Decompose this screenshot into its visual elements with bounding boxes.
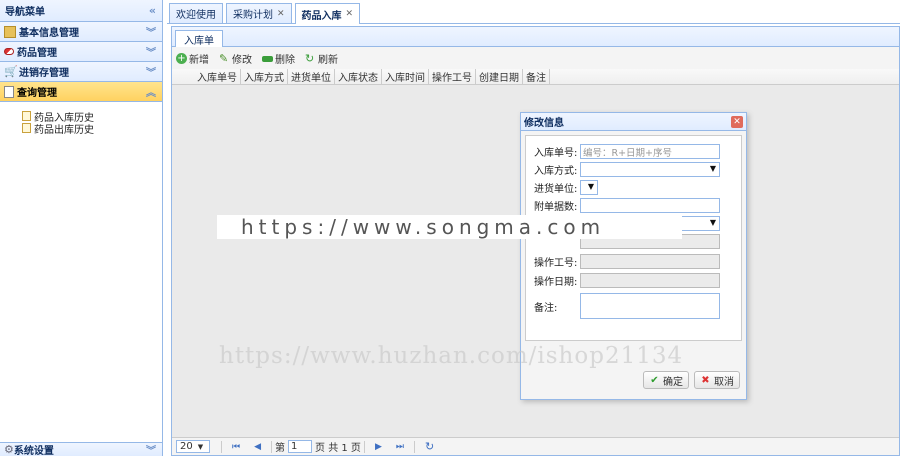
column-header[interactable]: 入库状态: [335, 68, 382, 85]
attachments-input[interactable]: [580, 198, 720, 213]
chevron-up-icon[interactable]: ︽: [146, 84, 156, 99]
tab-bar: 欢迎使用 采购计划 ✕ 药品入库 ✕: [167, 0, 900, 24]
edit-button[interactable]: ✎ 修改: [219, 51, 252, 66]
check-icon: ✔: [650, 374, 659, 386]
grid-toolbar: + 新增 ✎ 修改 删除 ↻ 刷新: [172, 47, 899, 69]
tree-item-outbound-history[interactable]: 药品出库历史: [22, 122, 162, 136]
grid-header: 入库单号 入库方式 进货单位 入库状态 入库时间 操作工号 创建日期 备注: [172, 68, 899, 85]
nav-section-basic-info[interactable]: 基本信息管理 ︾: [0, 22, 162, 42]
field-operator: 操作工号:: [534, 254, 720, 269]
pill-icon: [4, 48, 14, 55]
tab-purchase-plan[interactable]: 采购计划 ✕: [226, 3, 292, 23]
add-button[interactable]: + 新增: [176, 51, 209, 66]
field-remark: 备注:: [534, 293, 720, 319]
nav-title: 导航菜单: [5, 7, 45, 18]
page-size-select[interactable]: 20 ▼: [176, 440, 210, 453]
pager-separator: [413, 440, 415, 453]
operator-input: [580, 254, 720, 269]
field-supplier: 进货单位: ▼: [534, 180, 598, 195]
column-header[interactable]: 创建日期: [476, 68, 523, 85]
dropdown-arrow-icon: ▼: [709, 164, 716, 173]
pagination-bar: 20 ▼ ⏮ ◀ 第 1 页 共 1 页 ▶ ⏭ ↻: [172, 437, 899, 455]
pager-separator: [363, 440, 365, 453]
remark-textarea[interactable]: [580, 293, 720, 319]
method-select[interactable]: ▼: [580, 162, 720, 177]
nav-panel: 导航菜单 « 基本信息管理 ︾ 药品管理 ︾ 🛒 进销存管理 ︾ 查询管理 ︽ …: [0, 0, 163, 456]
confirm-button[interactable]: ✔ 确定: [643, 371, 689, 389]
watermark-huzhan: https://www.huzhan.com/ishop21134: [219, 343, 684, 369]
close-icon[interactable]: ✕: [277, 9, 285, 19]
column-header[interactable]: 操作工号: [429, 68, 476, 85]
close-icon[interactable]: ✕: [731, 115, 743, 128]
refresh-icon: ↻: [305, 51, 315, 65]
pencil-icon: ✎: [219, 51, 229, 65]
nav-section-query[interactable]: 查询管理 ︽: [0, 82, 162, 102]
supplier-select[interactable]: ▼: [580, 180, 598, 195]
last-page-icon[interactable]: ⏭: [396, 442, 404, 452]
file-icon: [22, 111, 31, 121]
pager-separator: [271, 440, 273, 453]
chevron-down-icon[interactable]: ︾: [146, 44, 156, 59]
refresh-button[interactable]: ↻ 刷新: [305, 51, 338, 66]
page-number-input[interactable]: 1: [288, 440, 313, 453]
column-header[interactable]: 入库时间: [382, 68, 429, 85]
dropdown-arrow-icon: ▼: [709, 218, 716, 227]
page-prefix: 第: [275, 443, 286, 454]
dialog-header: 修改信息 ✕: [521, 113, 746, 131]
close-icon[interactable]: ✕: [346, 9, 354, 19]
inbound-panel: 入库单 + 新增 ✎ 修改 删除 ↻ 刷新 入库单号 入库方式 进货单位 入库状…: [171, 26, 900, 456]
nav-section-inventory[interactable]: 🛒 进销存管理 ︾: [0, 62, 162, 82]
chevron-down-icon[interactable]: ︾: [146, 64, 156, 79]
field-op-date: 操作日期:: [534, 273, 720, 288]
pager-separator: [221, 440, 222, 453]
cart-icon: 🛒: [4, 64, 18, 78]
nav-section-drugs[interactable]: 药品管理 ︾: [0, 42, 162, 62]
dropdown-arrow-icon: ▼: [587, 182, 594, 191]
op-date-input: [580, 273, 720, 288]
tab-welcome[interactable]: 欢迎使用: [169, 3, 223, 23]
column-header[interactable]: 备注: [523, 68, 550, 85]
watermark-songma: https://www.songma.com: [217, 215, 682, 239]
tab-inbound-order[interactable]: 入库单: [175, 30, 223, 47]
query-tree: 药品入库历史 药品出库历史: [0, 102, 162, 136]
chevron-down-icon[interactable]: ︾: [146, 24, 156, 39]
cancel-button[interactable]: ✖ 取消: [694, 371, 740, 389]
folder-icon: [4, 25, 16, 38]
plus-icon: +: [176, 52, 187, 64]
field-method: 入库方式: ▼: [534, 162, 720, 177]
dialog-title: 修改信息: [524, 118, 564, 129]
chevron-down-icon: ▼: [197, 442, 204, 451]
cancel-icon: ✖: [701, 374, 710, 386]
delete-button[interactable]: 删除: [262, 51, 295, 66]
order-no-input[interactable]: 编号：R+日期+序号: [580, 144, 720, 159]
next-page-icon[interactable]: ▶: [375, 442, 382, 452]
nav-header: 导航菜单 «: [0, 0, 162, 22]
delete-icon: [262, 55, 273, 62]
prev-page-icon[interactable]: ◀: [254, 442, 261, 452]
chevron-down-icon[interactable]: ︾: [146, 442, 156, 456]
nav-section-settings[interactable]: ⚙ 系统设置 ︾: [0, 442, 162, 456]
field-order-no: 入库单号: 编号：R+日期+序号: [534, 144, 720, 159]
collapse-left-icon[interactable]: «: [149, 4, 156, 17]
field-attachments: 附单据数:: [534, 198, 720, 213]
gear-icon: ⚙: [4, 442, 14, 456]
column-header[interactable]: 进货单位: [288, 68, 335, 85]
tab-drug-inbound[interactable]: 药品入库 ✕: [294, 3, 361, 24]
inner-tab-bar: 入库单: [172, 27, 899, 47]
first-page-icon[interactable]: ⏮: [232, 442, 240, 452]
column-header[interactable]: 入库单号: [194, 68, 241, 85]
document-icon: [4, 85, 14, 98]
column-header[interactable]: 入库方式: [241, 68, 288, 85]
reload-icon[interactable]: ↻: [425, 440, 434, 453]
page-suffix: 页 共 1 页: [315, 443, 361, 454]
file-icon: [22, 123, 31, 133]
